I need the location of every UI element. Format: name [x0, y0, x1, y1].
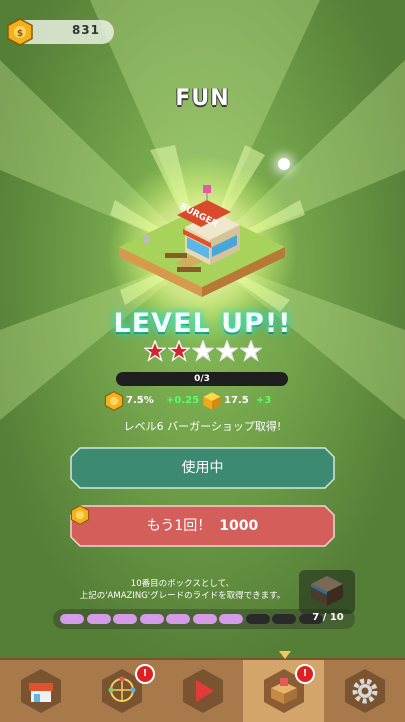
tab-play[interactable]	[162, 660, 243, 722]
box-progress-segment-filled	[139, 614, 164, 624]
rate-bonus: +0.25	[166, 395, 200, 406]
shop-icon	[21, 669, 61, 713]
reward-box[interactable]	[299, 570, 355, 614]
in-use-button[interactable]: 使用中	[70, 447, 335, 489]
box-progress-segment-filled	[60, 614, 84, 624]
star-empty-icon	[192, 340, 214, 362]
treasure-box-icon	[311, 576, 343, 606]
star-filled-icon	[144, 340, 166, 362]
level-up-banner: LEVEL UP!!	[113, 308, 292, 339]
try-again-button[interactable]: もう1回！ 1000	[70, 505, 335, 547]
in-use-label: 使用中	[181, 460, 224, 476]
reward-description: レベル6 バーガーショップ取得!	[123, 420, 282, 433]
tab-wheel[interactable]: !	[81, 660, 162, 722]
burger-shop-illustration: BURGER	[119, 185, 285, 297]
box-note: 10番目のボックスとして、 上記の'AMAZING'グレードのライドを取得できま…	[40, 578, 325, 602]
coin-icon	[70, 505, 90, 525]
level-progress-text: 0/3	[194, 374, 210, 384]
value-amount: 17.5	[224, 395, 249, 406]
star-rating	[144, 340, 264, 366]
active-tab-indicator	[279, 651, 291, 659]
stats-row: 7.5% +0.25 17.5 +3	[104, 391, 304, 411]
box-note-line1: 10番目のボックスとして、	[130, 579, 235, 589]
coin-icon	[104, 391, 124, 411]
box-progress-segment-filled	[113, 614, 137, 624]
coin-counter: $ 831	[7, 18, 114, 46]
box-progress-segment-filled	[192, 614, 217, 624]
tab-settings[interactable]	[324, 660, 405, 722]
value-bonus: +3	[256, 395, 272, 406]
coin-amount: 831	[71, 23, 100, 37]
box-progress-segment-filled	[219, 614, 243, 624]
page-title: FUN	[175, 86, 230, 111]
level-progress-bar: 0/3	[116, 372, 288, 386]
box-progress-segment-filled	[166, 614, 190, 624]
tab-shop[interactable]	[0, 660, 81, 722]
tab-rides[interactable]: !	[243, 660, 324, 722]
box-progress-count: 7 / 10	[312, 612, 344, 623]
star-filled-icon	[168, 340, 190, 362]
try-again-price: 1000	[219, 518, 259, 534]
box-progress-segment-empty	[272, 614, 296, 624]
svg-text:$: $	[17, 29, 23, 39]
star-empty-icon	[240, 340, 262, 362]
cube-icon	[203, 392, 221, 410]
box-note-line2: 上記の'AMAZING'グレードのライドを取得できます。	[79, 591, 286, 601]
rate-value: 7.5%	[126, 395, 154, 406]
gear-icon	[345, 669, 385, 713]
box-progress-segment-filled	[86, 614, 111, 624]
sparkle-icon	[278, 158, 290, 170]
tab-wheel-badge: !	[135, 664, 155, 684]
coin-icon: $	[7, 18, 33, 46]
try-again-label: もう1回！	[146, 518, 212, 534]
box-progress-segment-empty	[245, 614, 270, 624]
star-empty-icon	[216, 340, 238, 362]
bottom-nav: ! !	[0, 658, 405, 722]
play-icon	[183, 669, 223, 713]
tab-rides-badge: !	[295, 664, 315, 684]
